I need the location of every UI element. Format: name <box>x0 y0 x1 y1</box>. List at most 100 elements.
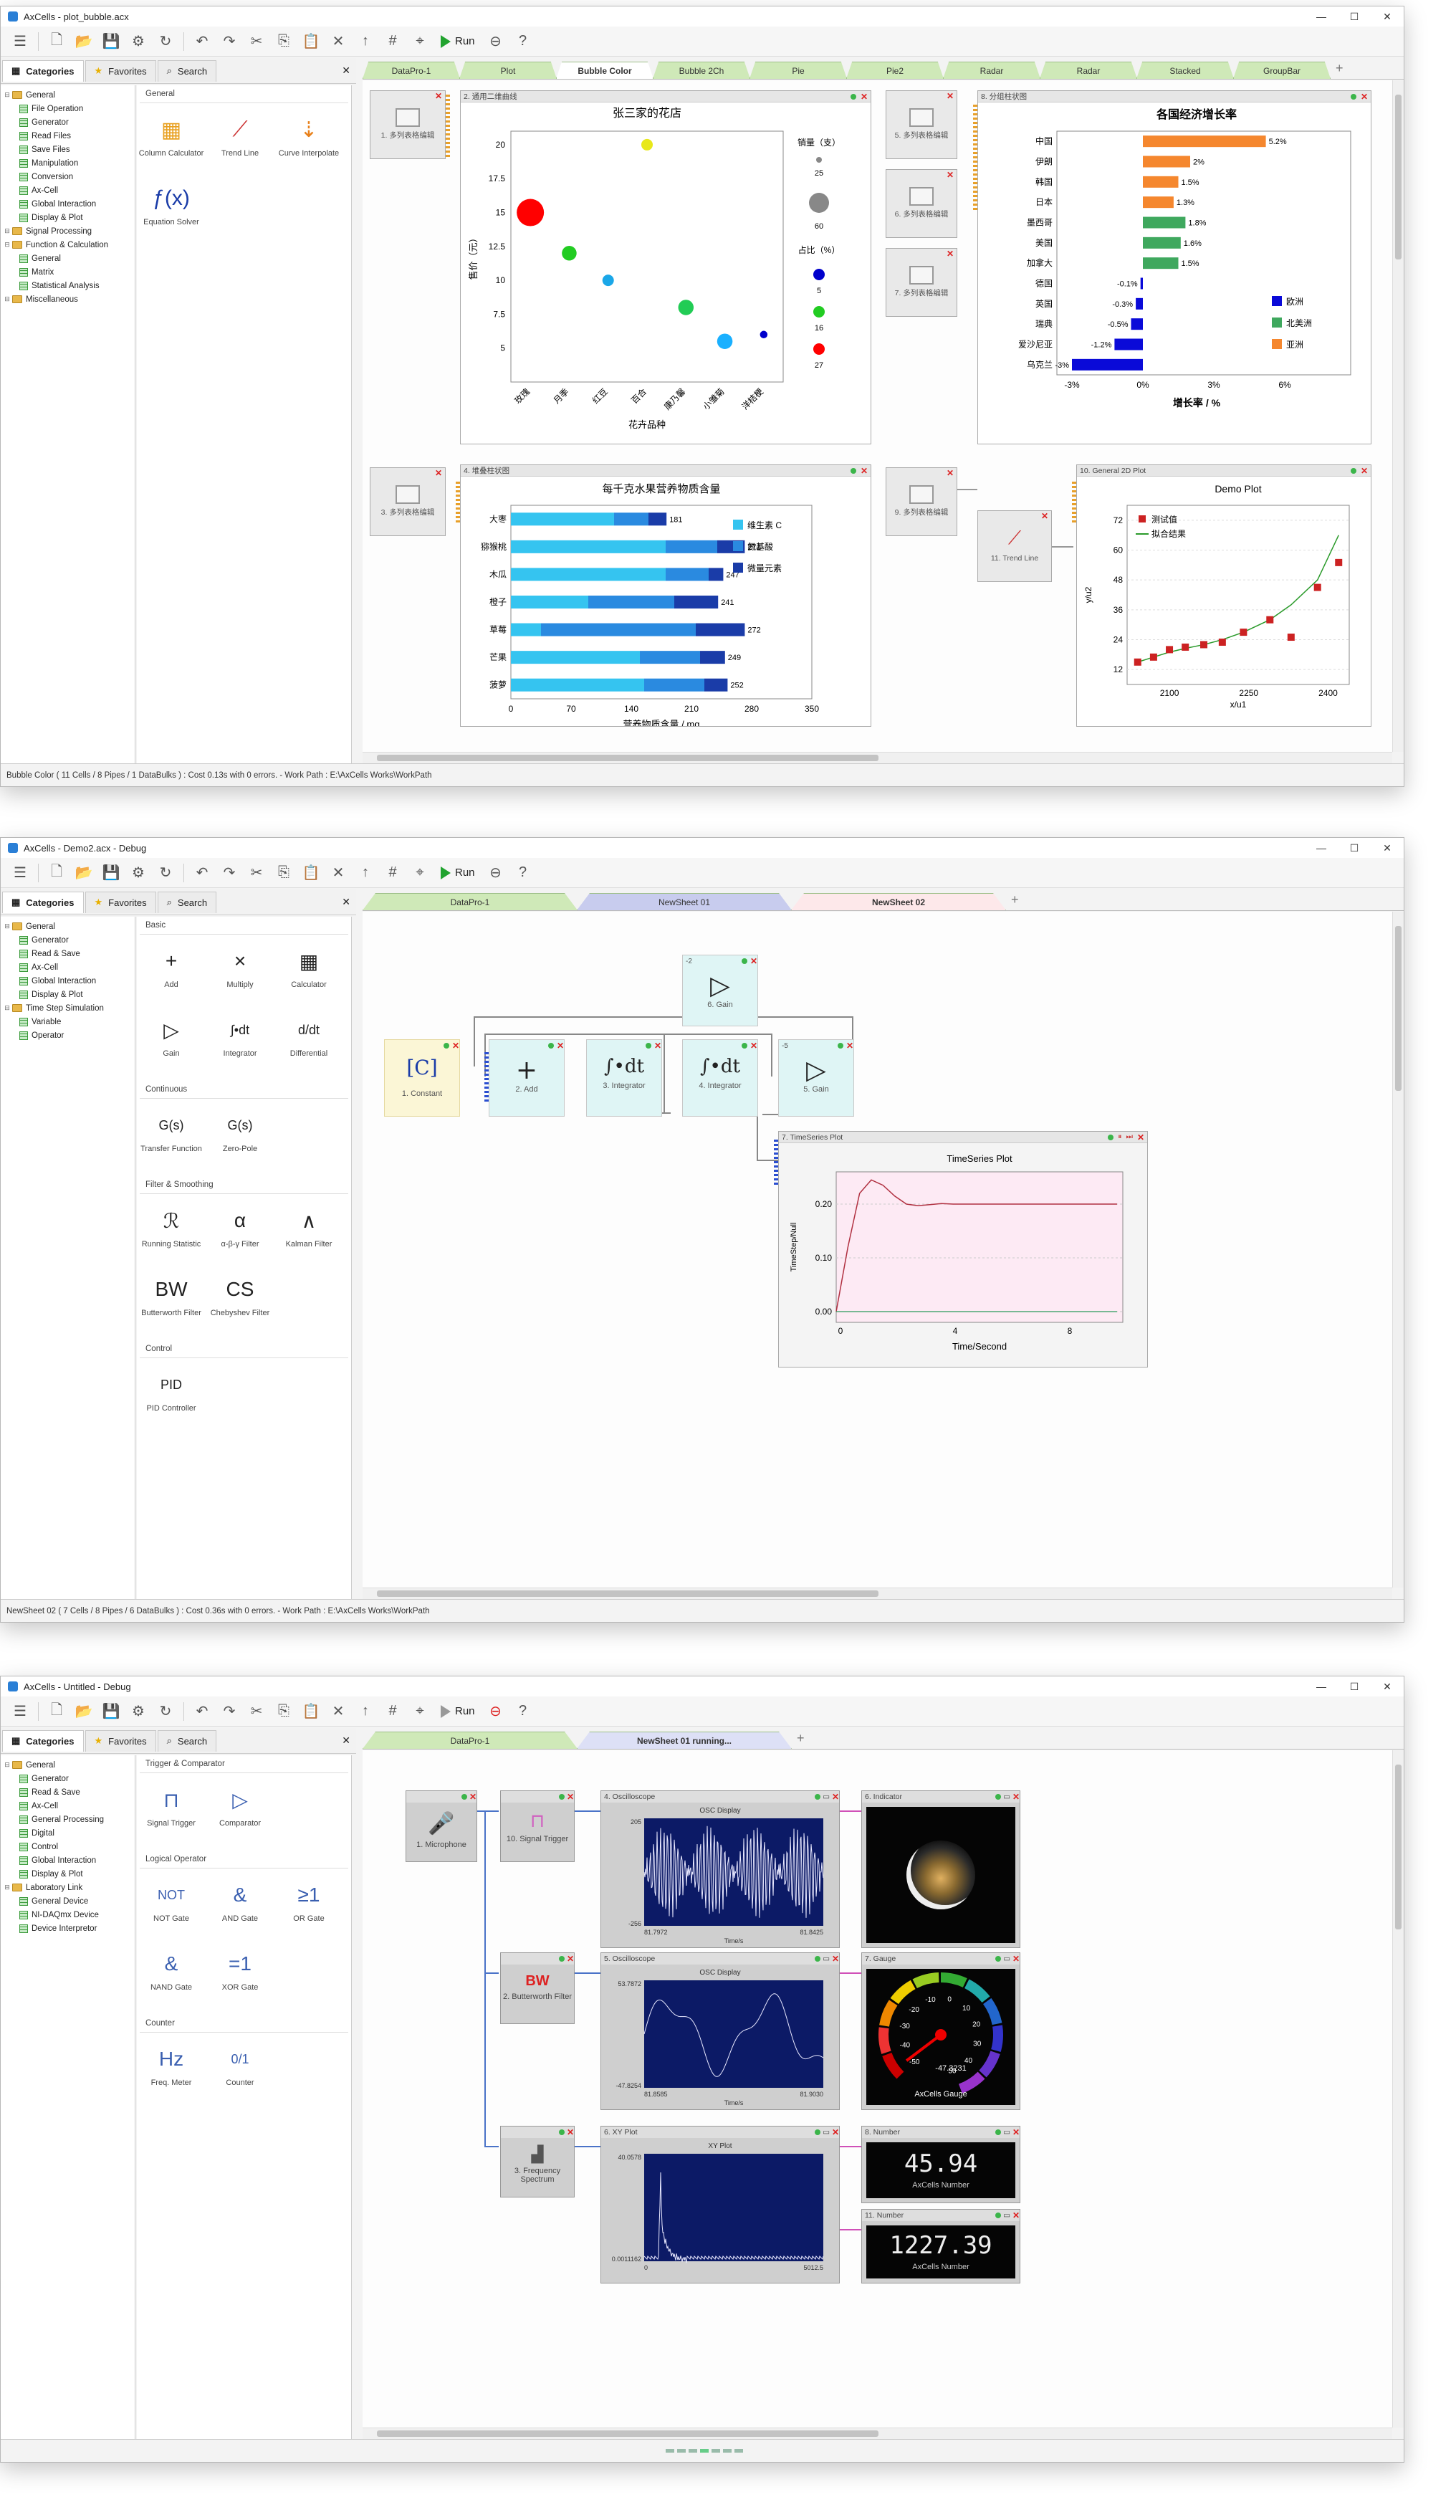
grid-icon[interactable]: # <box>380 862 405 884</box>
tree-item[interactable]: Read & Save <box>1 947 135 960</box>
copy-icon[interactable]: ⎘ <box>272 862 296 884</box>
close-icon[interactable]: ✕ <box>846 1041 853 1050</box>
tree-item[interactable]: Global Interaction <box>1 1853 135 1867</box>
close-panel-icon[interactable]: ✕ <box>342 1734 350 1747</box>
palette-item[interactable]: ▷ Gain <box>137 1008 206 1077</box>
tab-search[interactable]: ⌕ Search <box>157 1729 217 1752</box>
stop-icon[interactable]: ⊖ <box>484 30 508 53</box>
tree-item[interactable]: ⊟ General <box>1 920 135 933</box>
close-icon[interactable]: ✕ <box>832 2128 839 2137</box>
close-button[interactable]: ✕ <box>1371 6 1404 27</box>
close-icon[interactable]: ✕ <box>947 170 954 180</box>
add-tab-icon[interactable]: + <box>1336 61 1344 76</box>
window-icon[interactable]: ▭ <box>823 1793 830 1801</box>
pause-icon[interactable]: ⏸ <box>1118 1132 1121 1142</box>
close-icon[interactable]: ✕ <box>1012 2128 1020 2137</box>
cell-trend-line[interactable]: ✕ ⟋ 11. Trend Line <box>977 510 1052 582</box>
tree-item[interactable]: Digital <box>1 1826 135 1840</box>
tree-item[interactable]: Matrix <box>1 265 135 279</box>
paste-icon[interactable]: 📋 <box>299 1700 323 1723</box>
device-indicator[interactable]: 6. Indicator ▭ ✕ <box>861 1790 1020 1948</box>
help-icon[interactable]: ? <box>511 1700 535 1723</box>
device-number-11[interactable]: 11. Number ▭ ✕ 1227.39 AxCells Number <box>861 2209 1020 2283</box>
close-icon[interactable]: ✕ <box>1361 467 1368 475</box>
block-constant[interactable]: ✕ [C] 1. Constant <box>384 1039 460 1117</box>
tree-item[interactable]: Generator <box>1 1772 135 1785</box>
close-icon[interactable]: ✕ <box>1361 92 1368 101</box>
help-icon[interactable]: ? <box>511 862 535 884</box>
tree-item[interactable]: Generator <box>1 115 135 129</box>
undo-icon[interactable]: ↶ <box>190 862 214 884</box>
expand-icon[interactable]: ⊟ <box>4 295 11 303</box>
tree-item[interactable]: General <box>1 252 135 265</box>
location-icon[interactable]: ⌖ <box>408 30 432 53</box>
block-integrator-4[interactable]: ✕ ∫•dt 4. Integrator <box>682 1039 758 1117</box>
palette-item[interactable]: ∧ Kalman Filter <box>274 1198 343 1267</box>
horizontal-scrollbar[interactable] <box>363 1588 1392 1599</box>
refresh-icon[interactable]: ↻ <box>153 1700 178 1723</box>
tree-item[interactable]: Save Files <box>1 143 135 156</box>
vertical-scrollbar[interactable] <box>1392 80 1404 752</box>
tab-categories[interactable]: ▦ Categories <box>2 1729 84 1752</box>
new-file-icon[interactable]: 🗋 <box>44 862 69 884</box>
cut-icon[interactable]: ✂ <box>244 862 269 884</box>
horizontal-scrollbar[interactable] <box>363 752 1392 763</box>
maximize-button[interactable]: ☐ <box>1338 6 1371 27</box>
doc-tab[interactable]: Bubble 2Ch <box>653 62 750 79</box>
close-icon[interactable]: ✕ <box>947 91 954 101</box>
palette-item[interactable]: α α-β-γ Filter <box>206 1198 274 1267</box>
device-signal-trigger[interactable]: ✕ ⊓ 10. Signal Trigger <box>500 1790 575 1862</box>
doc-tab[interactable]: NewSheet 01 running... <box>577 1732 792 1749</box>
tab-favorites[interactable]: ★ Favorites <box>85 1729 156 1752</box>
tree-item[interactable]: Global Interaction <box>1 974 135 988</box>
settings-icon[interactable]: ⚙ <box>126 1700 150 1723</box>
tree-item[interactable]: NI-DAQmx Device <box>1 1908 135 1922</box>
cell-bubble-plot[interactable]: 2. 通用二维曲线 ✕ 张三家的花店 5 7.5 10 12.5 15 17.5 20 玫瑰 月季红… <box>460 90 871 444</box>
run-button[interactable]: Run <box>435 862 481 884</box>
tree-item[interactable]: Generator <box>1 933 135 947</box>
cell-table-7[interactable]: ✕ 7. 多列表格编辑 <box>886 248 957 317</box>
close-icon[interactable]: ✕ <box>435 91 442 101</box>
palette-item[interactable]: ⇣ Curve Interpolate <box>274 108 343 176</box>
save-icon[interactable]: 💾 <box>99 30 123 53</box>
new-file-icon[interactable]: 🗋 <box>44 30 69 53</box>
tree-item[interactable]: ⊟ Laboratory Link <box>1 1881 135 1894</box>
tree-item[interactable]: ⊟ General <box>1 1758 135 1772</box>
doc-tab[interactable]: NewSheet 01 <box>577 893 792 910</box>
run-button[interactable]: Run <box>435 30 481 53</box>
tree-item[interactable]: Ax-Cell <box>1 960 135 974</box>
tab-search[interactable]: ⌕ Search <box>157 891 217 913</box>
tree-item[interactable]: File Operation <box>1 102 135 115</box>
palette-item[interactable]: ∫•dt Integrator <box>206 1008 274 1077</box>
vertical-scrollbar[interactable] <box>1392 912 1404 1588</box>
add-tab-icon[interactable]: + <box>1011 892 1019 907</box>
close-button[interactable]: ✕ <box>1371 1676 1404 1696</box>
tree-item[interactable]: Device Interpretor <box>1 1922 135 1935</box>
settings-icon[interactable]: ⚙ <box>126 862 150 884</box>
close-icon[interactable]: ✕ <box>654 1041 661 1050</box>
palette-item[interactable]: ▦ Calculator <box>274 939 343 1008</box>
palette-item[interactable]: ⟋ Trend Line <box>206 108 274 176</box>
palette-item[interactable]: G(s) Zero-Pole <box>206 1103 274 1172</box>
cell-table-5[interactable]: ✕ 5. 多列表格编辑 <box>886 90 957 159</box>
close-panel-icon[interactable]: ✕ <box>342 65 350 77</box>
paste-icon[interactable]: 📋 <box>299 30 323 53</box>
device-oscilloscope-4[interactable]: 4. Oscilloscope ▭ ✕ OSC Display 205 -256 81… <box>600 1790 840 1948</box>
new-file-icon[interactable]: 🗋 <box>44 1700 69 1723</box>
close-icon[interactable]: ✕ <box>567 2128 574 2137</box>
palette-item[interactable]: ≥1 OR Gate <box>274 1873 343 1942</box>
palette-item[interactable]: & NAND Gate <box>137 1942 206 2010</box>
paste-icon[interactable]: 📋 <box>299 862 323 884</box>
grid-icon[interactable]: # <box>380 1700 405 1723</box>
tree-item[interactable]: Control <box>1 1840 135 1853</box>
tree-item[interactable]: ⊟ Signal Processing <box>1 224 135 238</box>
redo-icon[interactable]: ↷ <box>217 1700 241 1723</box>
location-icon[interactable]: ⌖ <box>408 862 432 884</box>
tree-item[interactable]: Display & Plot <box>1 211 135 224</box>
palette-item[interactable]: ℛ Running Statistic <box>137 1198 206 1267</box>
workspace-canvas[interactable]: ✕ [C] 1. Constant ✕ + 2. Add ✕ ∫•dt 3. I… <box>363 912 1392 1588</box>
cell-timeseries-plot[interactable]: 7. TimeSeries Plot ⏸ ⏭ ✕ TimeSeries Plot 0.0… <box>778 1131 1148 1368</box>
close-icon[interactable]: ✕ <box>832 1793 839 1801</box>
save-icon[interactable]: 💾 <box>99 1700 123 1723</box>
close-icon[interactable]: ✕ <box>861 467 868 475</box>
